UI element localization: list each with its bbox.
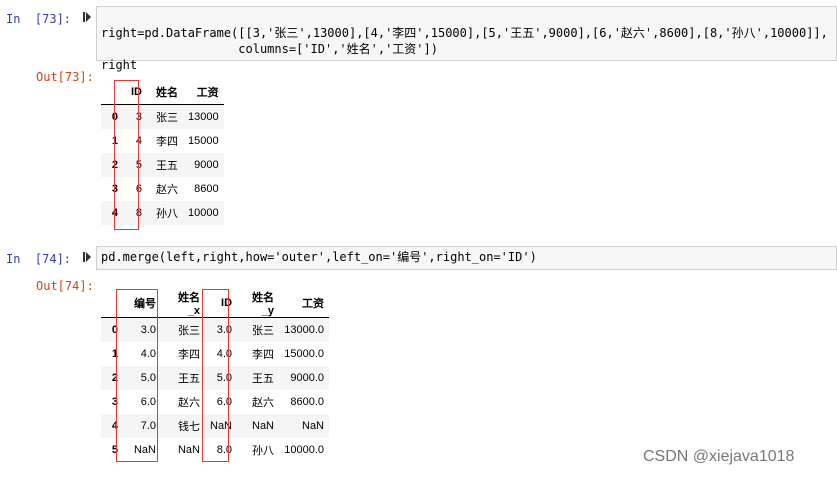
column-header: 姓名_x — [161, 289, 205, 318]
row-index: 1 — [111, 348, 118, 360]
table-cell: 张三 — [252, 325, 275, 337]
table-cell: 3.0 — [140, 324, 156, 336]
run-cell-2-icon[interactable] — [83, 252, 91, 262]
table-cell: NaN — [133, 444, 156, 456]
table-cell: NaN — [252, 420, 275, 432]
table-cell: 13000.0 — [284, 324, 325, 336]
cell-1-in-prompt: In [73]: — [6, 12, 72, 26]
cell-2-out-prompt: Out[74]: — [36, 279, 94, 293]
table-cell: 张三 — [156, 112, 178, 124]
table-cell: 李四 — [178, 349, 200, 361]
table-cell: 钱七 — [178, 421, 200, 433]
index-header — [101, 289, 123, 318]
row-index: 5 — [111, 444, 118, 456]
table-row: 3 6 赵六 8600 — [101, 177, 224, 201]
column-header: 工资 — [183, 80, 224, 105]
table-row: 2 5.0 王五 5.0 王五 9000.0 — [101, 366, 330, 390]
row-index: 4 — [111, 420, 118, 432]
row-index: 0 — [111, 111, 118, 123]
cell-1-code-line-3: right — [101, 58, 138, 72]
table-header-row: 编号 姓名_x ID 姓名_y 工资 — [101, 289, 330, 318]
table-cell: 赵六 — [252, 397, 275, 409]
table-row: 0 3.0 张三 3.0 张三 13000.0 — [101, 317, 330, 342]
cell-2-code-line: pd.merge(left,right,how='outer',left_on=… — [101, 250, 537, 264]
table-cell: 王五 — [252, 373, 275, 385]
table-cell: 15000.0 — [284, 348, 325, 360]
table-cell: 7.0 — [140, 420, 156, 432]
column-header: 姓名 — [147, 80, 183, 105]
watermark: CSDN @xiejava1018 — [643, 448, 795, 465]
table-cell: 张三 — [178, 325, 200, 337]
table-cell: 王五 — [178, 373, 200, 385]
row-index: 2 — [111, 372, 118, 384]
table-cell: 李四 — [156, 136, 178, 148]
table-cell: 3.0 — [216, 324, 233, 336]
column-header: 姓名_y — [237, 289, 280, 318]
column-header: ID — [205, 289, 238, 318]
table-row: 1 4 李四 15000 — [101, 129, 224, 153]
table-cell: 李四 — [252, 349, 275, 361]
table-cell: 孙八 — [156, 208, 178, 220]
table-cell: 3 — [135, 111, 142, 123]
table-cell: 10000 — [188, 207, 219, 219]
cell-1-code-line-1: right=pd.DataFrame([[3,'张三',13000],[4,'李… — [101, 26, 828, 40]
table-cell: 5.0 — [140, 372, 156, 384]
table-cell: 9000 — [194, 159, 219, 171]
table-cell: 15000 — [188, 135, 219, 147]
cell-2-code-editor[interactable]: pd.merge(left,right,how='outer',left_on=… — [96, 246, 837, 270]
table-cell: 13000 — [188, 111, 219, 123]
table-cell: 8600.0 — [290, 396, 325, 408]
table-row: 5 NaN NaN 8.0 孙八 10000.0 — [101, 438, 329, 462]
row-index: 0 — [111, 324, 118, 336]
table-row: 2 5 王五 9000 — [101, 153, 224, 177]
table-cell: 孙八 — [252, 445, 275, 457]
cell-1-dataframe: ID 姓名 工资 0 3 张三 13000 1 4 李四 15000 2 5 王… — [101, 80, 224, 225]
table-row: 0 3 张三 13000 — [101, 104, 224, 129]
index-header — [101, 80, 123, 105]
cell-1-code-line-2: columns=['ID','姓名','工资']) — [101, 42, 438, 56]
row-index: 2 — [111, 159, 118, 171]
table-cell: NaN — [177, 444, 200, 456]
column-header: ID — [123, 80, 147, 105]
table-cell: 5.0 — [216, 372, 233, 384]
cell-1-out-prompt: Out[73]: — [36, 70, 94, 84]
table-cell: 9000.0 — [290, 372, 325, 384]
row-index: 1 — [111, 135, 118, 147]
table-row: 4 7.0 钱七 NaN NaN NaN — [101, 414, 330, 438]
row-index: 4 — [111, 207, 118, 219]
table-cell: 王五 — [156, 160, 178, 172]
table-cell: 8 — [135, 207, 142, 219]
table-cell: NaN — [210, 420, 233, 432]
table-cell: 4 — [135, 135, 142, 147]
row-index: 3 — [111, 183, 118, 195]
table-cell: 5 — [135, 159, 142, 171]
column-header: 工资 — [279, 289, 330, 318]
table-cell: 6.0 — [216, 396, 233, 408]
table-header-row: ID 姓名 工资 — [101, 80, 224, 105]
cell-2-dataframe: 编号 姓名_x ID 姓名_y 工资 0 3.0 张三 3.0 张三 13000… — [101, 289, 330, 462]
table-cell: 赵六 — [178, 397, 200, 409]
table-cell: 6.0 — [140, 396, 156, 408]
run-cell-1-icon[interactable] — [83, 12, 91, 22]
table-row: 3 6.0 赵六 6.0 赵六 8600.0 — [101, 390, 329, 414]
cell-2-in-prompt: In [74]: — [6, 252, 72, 266]
table-cell: 4.0 — [140, 348, 156, 360]
column-header: 编号 — [123, 289, 161, 318]
table-cell: 8.0 — [216, 444, 233, 456]
table-cell: 4.0 — [216, 348, 233, 360]
table-cell: NaN — [302, 420, 325, 432]
table-cell: 6 — [135, 183, 142, 195]
table-cell: 10000.0 — [284, 444, 325, 456]
table-row: 4 8 孙八 10000 — [101, 201, 224, 225]
table-cell: 赵六 — [156, 184, 178, 196]
table-cell: 8600 — [194, 183, 219, 195]
cell-1-code-editor[interactable]: right=pd.DataFrame([[3,'张三',13000],[4,'李… — [96, 6, 837, 72]
row-index: 3 — [111, 396, 118, 408]
table-row: 1 4.0 李四 4.0 李四 15000.0 — [101, 342, 329, 366]
